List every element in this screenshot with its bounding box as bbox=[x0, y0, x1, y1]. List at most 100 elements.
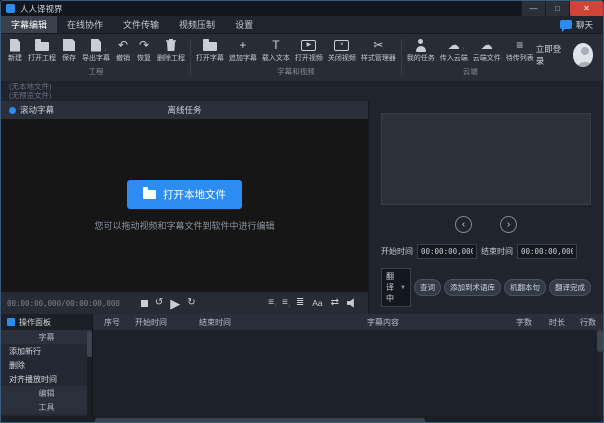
my-tasks-button[interactable]: 我的任务 bbox=[405, 37, 437, 64]
undo-icon: ↶ bbox=[115, 38, 131, 52]
subtitle-align-down-icon[interactable]: ≡↓ bbox=[282, 298, 288, 308]
file-status-notes: (无本地文件) (无预览文件) bbox=[1, 81, 603, 101]
end-time-input[interactable] bbox=[517, 244, 577, 259]
toggle-dot-icon bbox=[9, 107, 16, 114]
close-video-button[interactable]: × 关闭视频 bbox=[326, 37, 358, 64]
load-text-button[interactable]: T 载入文本 bbox=[260, 37, 292, 64]
translate-done-button[interactable]: 翻译完成 bbox=[549, 279, 591, 296]
video-panel-header: 滚动字幕 离线任务 bbox=[1, 101, 368, 119]
align-play-time-button[interactable]: 对齐播放时间 bbox=[1, 372, 92, 386]
redo-button[interactable]: ↷ 恢复 bbox=[134, 37, 154, 64]
delete-project-button[interactable]: 删除工程 bbox=[155, 37, 187, 64]
previous-sentence-button[interactable]: ‹ bbox=[455, 216, 472, 233]
stop-icon[interactable] bbox=[141, 300, 148, 307]
open-video-button[interactable]: ▶ 打开视频 bbox=[293, 37, 325, 64]
operation-panel-header: 操作面板 bbox=[1, 314, 92, 330]
new-button[interactable]: 新建 bbox=[5, 37, 25, 64]
subtitle-preview-box bbox=[381, 113, 591, 205]
preview-file-note: (无预览文件) bbox=[9, 91, 595, 100]
chat-bubble-icon bbox=[560, 20, 572, 29]
offline-tasks-tab[interactable]: 离线任务 bbox=[167, 104, 201, 116]
upload-cloud-icon: ☁↑ bbox=[446, 38, 462, 52]
style-manager-button[interactable]: ✂ 样式管理器 bbox=[359, 37, 398, 64]
play-icon[interactable]: ▶ bbox=[170, 297, 180, 310]
ops-section-tools: 工具 bbox=[1, 400, 92, 414]
save-icon bbox=[61, 38, 77, 52]
transfer-list-button[interactable]: ≡ 待传列表 bbox=[504, 37, 536, 64]
window-title: 人人译视界 bbox=[20, 3, 63, 15]
swap-icon[interactable]: ⇄ bbox=[331, 298, 339, 308]
subtitle-table-body[interactable] bbox=[93, 330, 603, 416]
scroll-subtitle-toggle[interactable]: 滚动字幕 bbox=[1, 104, 54, 116]
menu-video-encode[interactable]: 视频压制 bbox=[169, 16, 225, 33]
lookup-word-button[interactable]: 查词 bbox=[414, 279, 441, 296]
operation-panel: 操作面板 字幕 添加新行 删除 对齐播放时间 编辑 工具 bbox=[1, 314, 93, 416]
app-window: 人人译视界 — □ ✕ 字幕编辑 在线协作 文件传输 视频压制 设置 聊天 新建 bbox=[0, 0, 604, 423]
upload-cloud-button[interactable]: ☁↑ 传入云端 bbox=[438, 37, 470, 64]
menu-file-transfer[interactable]: 文件传输 bbox=[113, 16, 169, 33]
user-avatar[interactable] bbox=[573, 43, 593, 67]
login-link[interactable]: 立即登录 bbox=[536, 43, 565, 67]
export-subtitle-icon: ↓ bbox=[88, 38, 104, 52]
add-to-glossary-button[interactable]: 添加到术语库 bbox=[444, 279, 501, 296]
col-start-time: 开始时间 bbox=[131, 317, 195, 328]
drag-drop-hint: 您可以拖动视频和字幕文件到软件中进行编辑 bbox=[94, 219, 274, 232]
bottom-section: 操作面板 字幕 添加新行 删除 对齐播放时间 编辑 工具 序号 开始时间 结束时… bbox=[1, 314, 603, 416]
app-logo-icon bbox=[6, 4, 15, 13]
open-local-file-button[interactable]: 打开本地文件 bbox=[127, 180, 242, 209]
translate-actions-row: 翻译中 ▼ 查词 添加到术语库 机翻本句 翻译完成 bbox=[381, 268, 591, 307]
next-sentence-button[interactable]: › bbox=[500, 216, 517, 233]
undo-button[interactable]: ↶ 撤销 bbox=[113, 37, 133, 64]
open-project-button[interactable]: 打开工程 bbox=[26, 37, 58, 64]
subtitle-table: 序号 开始时间 结束时间 字幕内容 字数 时长 行数 bbox=[93, 314, 603, 416]
rotate-right-icon[interactable]: ↻ bbox=[187, 298, 195, 308]
col-index: 序号 bbox=[93, 317, 131, 328]
col-duration: 时长 bbox=[541, 317, 573, 328]
main-content: 滚动字幕 离线任务 打开本地文件 您可以拖动视频和字幕文件到软件中进行编辑 00… bbox=[1, 101, 603, 314]
volume-icon[interactable] bbox=[347, 298, 358, 309]
rotate-left-icon[interactable]: ↺ bbox=[155, 298, 163, 308]
subtitle-list-icon[interactable]: ≣ bbox=[296, 298, 304, 308]
ops-section-subtitle: 字幕 bbox=[1, 330, 92, 344]
playback-timeline-bar: 00:00:00,000/00:00:00,000 ↺ ▶ ↻ ≡↑ ≡↓ ≣ … bbox=[1, 292, 368, 314]
playback-controls: ↺ ▶ ↻ bbox=[141, 297, 196, 310]
horizontal-scrollbar[interactable] bbox=[1, 416, 603, 423]
menu-online-collab[interactable]: 在线协作 bbox=[57, 16, 113, 33]
ops-section-edit: 编辑 bbox=[1, 386, 92, 400]
toolbar: 新建 打开工程 保存 ↓ 导出字幕 ↶ 撤销 bbox=[1, 34, 603, 81]
redo-icon: ↷ bbox=[136, 38, 152, 52]
ops-panel-scrollbar[interactable] bbox=[87, 331, 92, 416]
toolbar-group-project: 新建 打开工程 保存 ↓ 导出字幕 ↶ 撤销 bbox=[5, 37, 187, 77]
export-subtitle-button[interactable]: ↓ 导出字幕 bbox=[80, 37, 112, 64]
translate-status-select[interactable]: 翻译中 ▼ bbox=[381, 268, 411, 307]
translate-panel: ‹ › 开始时间 结束时间 翻译中 ▼ 查词 添加到术语库 机翻本句 翻译完成 bbox=[369, 101, 603, 314]
subtitle-align-up-icon[interactable]: ≡↑ bbox=[268, 298, 274, 308]
col-subtitle-content: 字幕内容 bbox=[259, 317, 507, 328]
horizontal-scrollbar-thumb[interactable] bbox=[95, 418, 425, 423]
col-line-count: 行数 bbox=[573, 317, 603, 328]
save-button[interactable]: 保存 bbox=[59, 37, 79, 64]
open-subtitle-button[interactable]: 打开字幕 bbox=[194, 37, 226, 64]
font-size-icon[interactable]: Aa bbox=[312, 299, 322, 308]
start-time-label: 开始时间 bbox=[381, 246, 413, 257]
open-project-icon bbox=[34, 38, 50, 52]
maximize-button[interactable]: □ bbox=[545, 1, 569, 16]
menu-subtitle-edit[interactable]: 字幕编辑 bbox=[1, 16, 57, 33]
close-video-icon: × bbox=[334, 38, 350, 52]
add-new-line-button[interactable]: 添加新行 bbox=[1, 344, 92, 358]
menu-settings[interactable]: 设置 bbox=[225, 16, 263, 33]
video-preview-area[interactable]: 打开本地文件 您可以拖动视频和字幕文件到软件中进行编辑 bbox=[1, 119, 368, 292]
delete-line-button[interactable]: 删除 bbox=[1, 358, 92, 372]
start-time-input[interactable] bbox=[417, 244, 477, 259]
toolbar-group-label-subtitle-video: 字幕和视频 bbox=[277, 66, 315, 77]
append-subtitle-button[interactable]: + 追加字幕 bbox=[227, 37, 259, 64]
minimize-button[interactable]: — bbox=[521, 1, 545, 16]
machine-translate-button[interactable]: 机翻本句 bbox=[504, 279, 546, 296]
new-document-icon bbox=[7, 38, 23, 52]
subtitle-view-controls: ≡↑ ≡↓ ≣ Aa ⇄ bbox=[268, 298, 362, 309]
chat-button[interactable]: 聊天 bbox=[560, 16, 603, 33]
table-vertical-scrollbar[interactable] bbox=[597, 330, 603, 416]
cloud-files-button[interactable]: ☁ 云端文件 bbox=[471, 37, 503, 64]
close-button[interactable]: ✕ bbox=[569, 1, 603, 16]
playback-time-display: 00:00:00,000/00:00:00,000 bbox=[7, 299, 120, 308]
